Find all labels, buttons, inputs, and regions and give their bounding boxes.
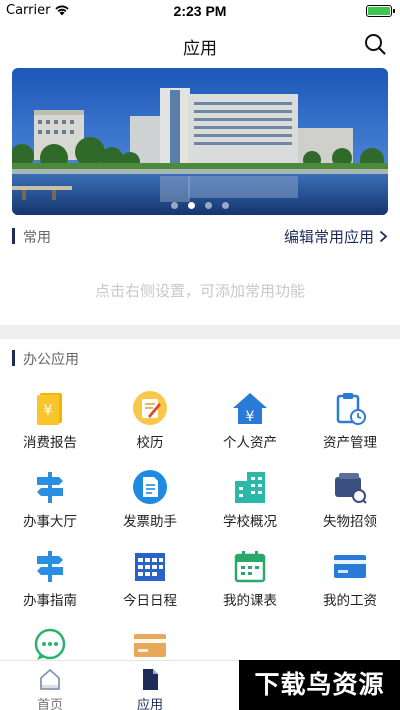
- status-time: 2:23 PM: [173, 3, 227, 19]
- app-label: 消费报告: [23, 435, 77, 451]
- card-icon: [134, 634, 166, 657]
- app-label: 资产管理: [323, 435, 377, 451]
- office-section-header: 办公应用: [12, 348, 388, 368]
- carousel-dot[interactable]: [222, 202, 229, 209]
- chat-icon: [34, 628, 66, 660]
- section-marker: [12, 350, 15, 366]
- app-tile[interactable]: ¥ 消费报告: [0, 388, 100, 458]
- app-tile[interactable]: 校历: [100, 388, 200, 458]
- home-icon: [40, 668, 60, 690]
- nav-bar: 应用: [0, 22, 400, 66]
- app-label: 发票助手: [123, 514, 177, 530]
- office-section-title: 办公应用: [23, 352, 79, 368]
- app-tile[interactable]: 办事指南: [0, 546, 100, 616]
- document-icon: [143, 669, 158, 690]
- app-label: 失物招领: [323, 514, 377, 530]
- carousel-dot[interactable]: [171, 202, 178, 209]
- app-tile[interactable]: 失物招领: [300, 467, 400, 537]
- house-yen-icon: ¥: [233, 393, 267, 425]
- app-tile[interactable]: 发票助手: [100, 467, 200, 537]
- common-section-header: 常用 编辑常用应用: [12, 226, 388, 246]
- app-tile[interactable]: 学校概况: [200, 467, 300, 537]
- section-divider: [0, 325, 400, 339]
- page-title: 应用: [183, 39, 217, 59]
- battery-icon: [366, 5, 395, 17]
- app-tile[interactable]: 我的工资: [300, 546, 400, 616]
- tab-item[interactable]: 首页: [0, 661, 100, 710]
- calendar-icon: [234, 551, 266, 583]
- app-label: 办事大厅: [23, 514, 77, 530]
- app-label: 个人资产: [223, 435, 277, 451]
- app-label: 我的课表: [223, 593, 277, 609]
- app-tile[interactable]: 办事大厅: [0, 467, 100, 537]
- app-label: 学校概况: [223, 514, 277, 530]
- banner-carousel[interactable]: [12, 68, 388, 215]
- wallet-search-icon: [335, 473, 367, 504]
- battery-level: [368, 7, 390, 15]
- carousel-indicator[interactable]: [12, 202, 388, 209]
- empty-hint: 点击右侧设置，可添加常用功能: [94, 282, 305, 300]
- app-label: 今日日程: [123, 593, 177, 609]
- tab-label: 首页: [36, 698, 63, 710]
- common-section-title: 常用: [23, 230, 51, 246]
- chevron-right-icon: [379, 230, 388, 243]
- report-icon: ¥: [37, 393, 62, 425]
- card-icon: [334, 555, 366, 578]
- app-tile[interactable]: 资产管理: [300, 388, 400, 458]
- edit-common-apps-label[interactable]: 编辑常用应用: [284, 228, 374, 246]
- svg-text:¥: ¥: [44, 403, 53, 419]
- watermark: 下载鸟资源: [239, 660, 400, 710]
- app-label: 我的工资: [323, 593, 377, 609]
- signpost-icon: [37, 551, 63, 582]
- banner-image: [12, 68, 388, 215]
- app-tile[interactable]: 今日日程: [100, 546, 200, 616]
- status-bar: Carrier 2:23 PM: [0, 0, 400, 22]
- calendar-note-icon: [133, 391, 167, 425]
- carousel-dot[interactable]: [188, 202, 195, 209]
- edit-common-apps-link[interactable]: 编辑常用应用: [284, 226, 388, 247]
- app-label: 办事指南: [23, 593, 77, 609]
- carousel-dot[interactable]: [205, 202, 212, 209]
- clipboard-clock-icon: [336, 393, 366, 425]
- section-marker: [12, 228, 15, 244]
- app-tile[interactable]: 我的课表: [200, 546, 300, 616]
- signpost-icon: [37, 472, 63, 503]
- tab-label: 应用: [136, 698, 163, 710]
- app-label: 校历: [136, 435, 164, 451]
- svg-text:¥: ¥: [246, 409, 255, 425]
- calendar-grid-icon: [135, 553, 165, 581]
- app-tile[interactable]: ¥ 个人资产: [200, 388, 300, 458]
- tab-item[interactable]: 应用: [100, 661, 200, 710]
- invoice-icon: [133, 470, 167, 504]
- search-icon[interactable]: [364, 33, 386, 55]
- buildings-icon: [235, 472, 265, 503]
